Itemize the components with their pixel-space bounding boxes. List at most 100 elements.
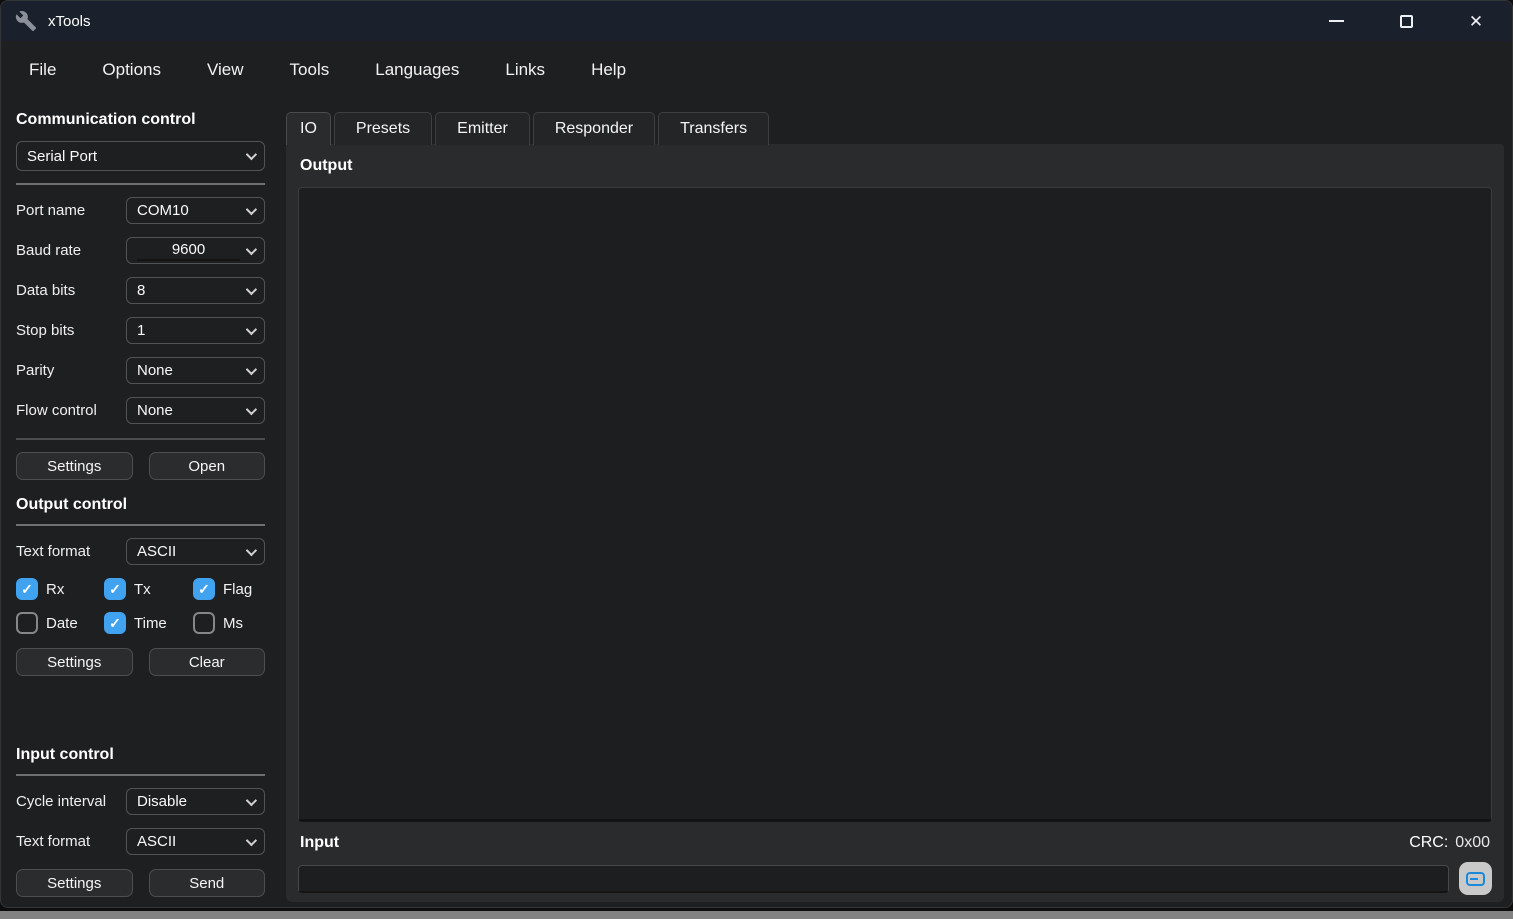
- send-button[interactable]: Send: [149, 869, 266, 897]
- data-bits-value: 8: [137, 282, 246, 299]
- input-text-format-dropdown[interactable]: ASCII: [126, 828, 265, 855]
- input-format-button[interactable]: [1459, 862, 1492, 895]
- minimize-button[interactable]: [1321, 6, 1351, 36]
- send-data-input[interactable]: [298, 865, 1449, 893]
- stop-bits-value: 1: [137, 322, 246, 339]
- crc-label: CRC:: [1409, 834, 1448, 852]
- output-text-format-label: Text format: [16, 543, 126, 560]
- checkbox-date[interactable]: Date: [16, 612, 104, 634]
- parity-label: Parity: [16, 362, 126, 379]
- flow-control-dropdown[interactable]: None: [126, 397, 265, 424]
- app-window: xTools ✕ File Options View Tools Languag…: [0, 0, 1513, 908]
- port-name-dropdown[interactable]: COM10: [126, 197, 265, 224]
- open-button[interactable]: Open: [149, 452, 266, 480]
- maximize-icon: [1400, 15, 1413, 28]
- output-text-format-value: ASCII: [137, 543, 246, 560]
- input-heading: Input: [300, 834, 339, 852]
- parity-value: None: [137, 362, 246, 379]
- menu-file[interactable]: File: [29, 60, 56, 80]
- menubar: File Options View Tools Languages Links …: [1, 41, 1512, 99]
- sidebar: Communication control Serial Port Port n…: [1, 99, 273, 907]
- separator: [16, 524, 265, 526]
- minimize-icon: [1329, 20, 1344, 22]
- wrench-icon: [13, 8, 39, 34]
- input-control-heading: Input control: [16, 746, 265, 764]
- menu-tools[interactable]: Tools: [290, 60, 330, 80]
- separator: [16, 183, 265, 185]
- menu-view[interactable]: View: [207, 60, 244, 80]
- checkbox-label: Time: [134, 615, 167, 632]
- tab-io[interactable]: IO: [286, 112, 331, 145]
- checkbox-label: Date: [46, 615, 78, 632]
- cycle-interval-label: Cycle interval: [16, 793, 126, 810]
- port-name-value: COM10: [137, 202, 246, 219]
- chevron-down-icon: [246, 283, 257, 294]
- baud-rate-dropdown[interactable]: 9600: [126, 237, 265, 264]
- menu-help[interactable]: Help: [591, 60, 626, 80]
- checkbox-tx[interactable]: Tx: [104, 578, 193, 600]
- chevron-down-icon: [246, 243, 257, 254]
- baud-rate-value[interactable]: 9600: [137, 241, 240, 261]
- checkbox-rx[interactable]: Rx: [16, 578, 104, 600]
- chevron-down-icon: [246, 403, 257, 414]
- chevron-down-icon: [246, 323, 257, 334]
- separator: [16, 438, 265, 440]
- communication-settings-button[interactable]: Settings: [16, 452, 133, 480]
- checkbox-label: Ms: [223, 615, 243, 632]
- checkbox-box: [193, 612, 215, 634]
- checkbox-box: [16, 578, 38, 600]
- tab-label: Responder: [555, 120, 633, 138]
- clear-button[interactable]: Clear: [149, 648, 266, 676]
- keyboard-icon: [1466, 872, 1485, 886]
- desktop-background-strip: [0, 911, 1513, 919]
- output-control-heading: Output control: [16, 496, 265, 514]
- stop-bits-label: Stop bits: [16, 322, 126, 339]
- tab-label: IO: [300, 120, 317, 138]
- chevron-down-icon: [246, 794, 257, 805]
- tab-responder[interactable]: Responder: [533, 112, 655, 145]
- data-bits-label: Data bits: [16, 282, 126, 299]
- tab-presets[interactable]: Presets: [334, 112, 432, 145]
- input-settings-button[interactable]: Settings: [16, 869, 133, 897]
- flow-control-label: Flow control: [16, 402, 126, 419]
- tab-label: Transfers: [680, 120, 747, 138]
- close-button[interactable]: ✕: [1461, 6, 1491, 36]
- io-panel: Output Input CRC: 0x00: [286, 144, 1504, 902]
- flow-control-value: None: [137, 402, 246, 419]
- checkbox-flag[interactable]: Flag: [193, 578, 265, 600]
- chevron-down-icon: [246, 834, 257, 845]
- output-heading: Output: [300, 157, 1492, 175]
- data-bits-dropdown[interactable]: 8: [126, 277, 265, 304]
- tab-transfers[interactable]: Transfers: [658, 112, 769, 145]
- checkbox-label: Flag: [223, 581, 252, 598]
- checkbox-time[interactable]: Time: [104, 612, 193, 634]
- menu-languages[interactable]: Languages: [375, 60, 459, 80]
- stop-bits-dropdown[interactable]: 1: [126, 317, 265, 344]
- window-title: xTools: [48, 13, 91, 30]
- cycle-interval-value: Disable: [137, 793, 246, 810]
- device-type-dropdown[interactable]: Serial Port: [16, 141, 265, 171]
- tab-label: Emitter: [457, 120, 508, 138]
- titlebar: xTools ✕: [1, 1, 1512, 41]
- menu-links[interactable]: Links: [505, 60, 545, 80]
- crc-value: 0x00: [1455, 834, 1490, 852]
- checkbox-label: Tx: [134, 581, 151, 598]
- output-text-format-dropdown[interactable]: ASCII: [126, 538, 265, 565]
- crc-readout: CRC: 0x00: [1409, 834, 1490, 852]
- close-icon: ✕: [1469, 13, 1483, 30]
- checkbox-box: [193, 578, 215, 600]
- output-log-view[interactable]: [298, 187, 1492, 822]
- main-area: IO Presets Emitter Responder Transfers O…: [273, 99, 1512, 907]
- tab-emitter[interactable]: Emitter: [435, 112, 530, 145]
- parity-dropdown[interactable]: None: [126, 357, 265, 384]
- checkbox-box: [104, 612, 126, 634]
- input-text-format-value: ASCII: [137, 833, 246, 850]
- output-settings-button[interactable]: Settings: [16, 648, 133, 676]
- menu-options[interactable]: Options: [102, 60, 161, 80]
- chevron-down-icon: [246, 544, 257, 555]
- checkbox-ms[interactable]: Ms: [193, 612, 265, 634]
- input-text-format-label: Text format: [16, 833, 126, 850]
- cycle-interval-dropdown[interactable]: Disable: [126, 788, 265, 815]
- maximize-button[interactable]: [1391, 6, 1421, 36]
- port-name-label: Port name: [16, 202, 126, 219]
